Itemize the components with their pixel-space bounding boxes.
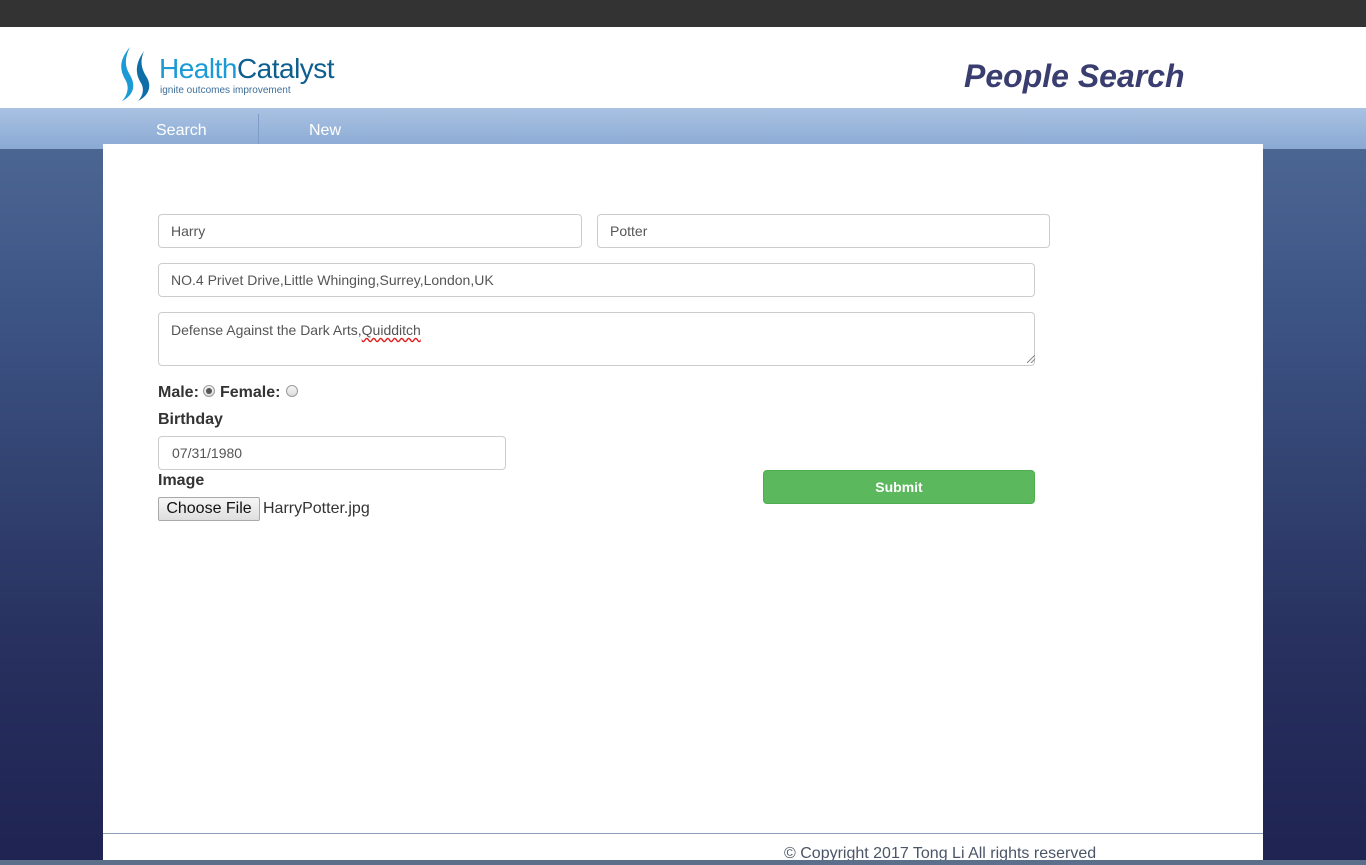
footer-divider bbox=[103, 833, 1263, 834]
health-catalyst-logo[interactable]: HealthCatalyst ignite outcomes improveme… bbox=[116, 45, 346, 103]
nav-item-search[interactable]: Search bbox=[156, 122, 207, 140]
address-input[interactable] bbox=[158, 263, 1035, 297]
interests-text: Defense Against the Dark Arts, bbox=[171, 322, 362, 338]
nav-separator bbox=[258, 114, 259, 144]
form-panel: Defense Against the Dark Arts,Quidditch … bbox=[103, 144, 1263, 865]
female-label: Female: bbox=[220, 384, 281, 401]
interests-misspelled-word: Quidditch bbox=[361, 322, 421, 338]
image-label: Image bbox=[158, 472, 205, 489]
page-title: People Search bbox=[964, 58, 1185, 94]
logo-catalyst-text: Catalyst bbox=[236, 53, 335, 84]
birthday-input[interactable] bbox=[158, 436, 506, 470]
logo-health-text: Health bbox=[159, 53, 237, 84]
submit-button[interactable]: Submit bbox=[763, 470, 1035, 504]
flame-logo-icon bbox=[121, 47, 150, 101]
male-radio[interactable] bbox=[203, 385, 215, 397]
last-name-input[interactable] bbox=[597, 214, 1050, 248]
male-label: Male: bbox=[158, 384, 199, 401]
birthday-label: Birthday bbox=[158, 411, 223, 428]
browser-top-bar bbox=[0, 0, 1366, 27]
site-header: HealthCatalyst ignite outcomes improveme… bbox=[0, 27, 1366, 108]
logo-tagline: ignite outcomes improvement bbox=[160, 85, 291, 96]
female-radio[interactable] bbox=[286, 385, 298, 397]
selected-file-name: HarryPotter.jpg bbox=[263, 500, 370, 517]
nav-item-new[interactable]: New bbox=[309, 122, 341, 140]
choose-file-button[interactable]: Choose File bbox=[158, 497, 260, 521]
interests-textarea[interactable]: Defense Against the Dark Arts,Quidditch bbox=[158, 312, 1035, 366]
bottom-strip bbox=[0, 860, 1366, 865]
resize-handle-icon[interactable] bbox=[1027, 355, 1035, 363]
logo-wordmark: HealthCatalyst bbox=[159, 53, 335, 84]
first-name-input[interactable] bbox=[158, 214, 582, 248]
nav-bar: Search New bbox=[0, 108, 1366, 149]
